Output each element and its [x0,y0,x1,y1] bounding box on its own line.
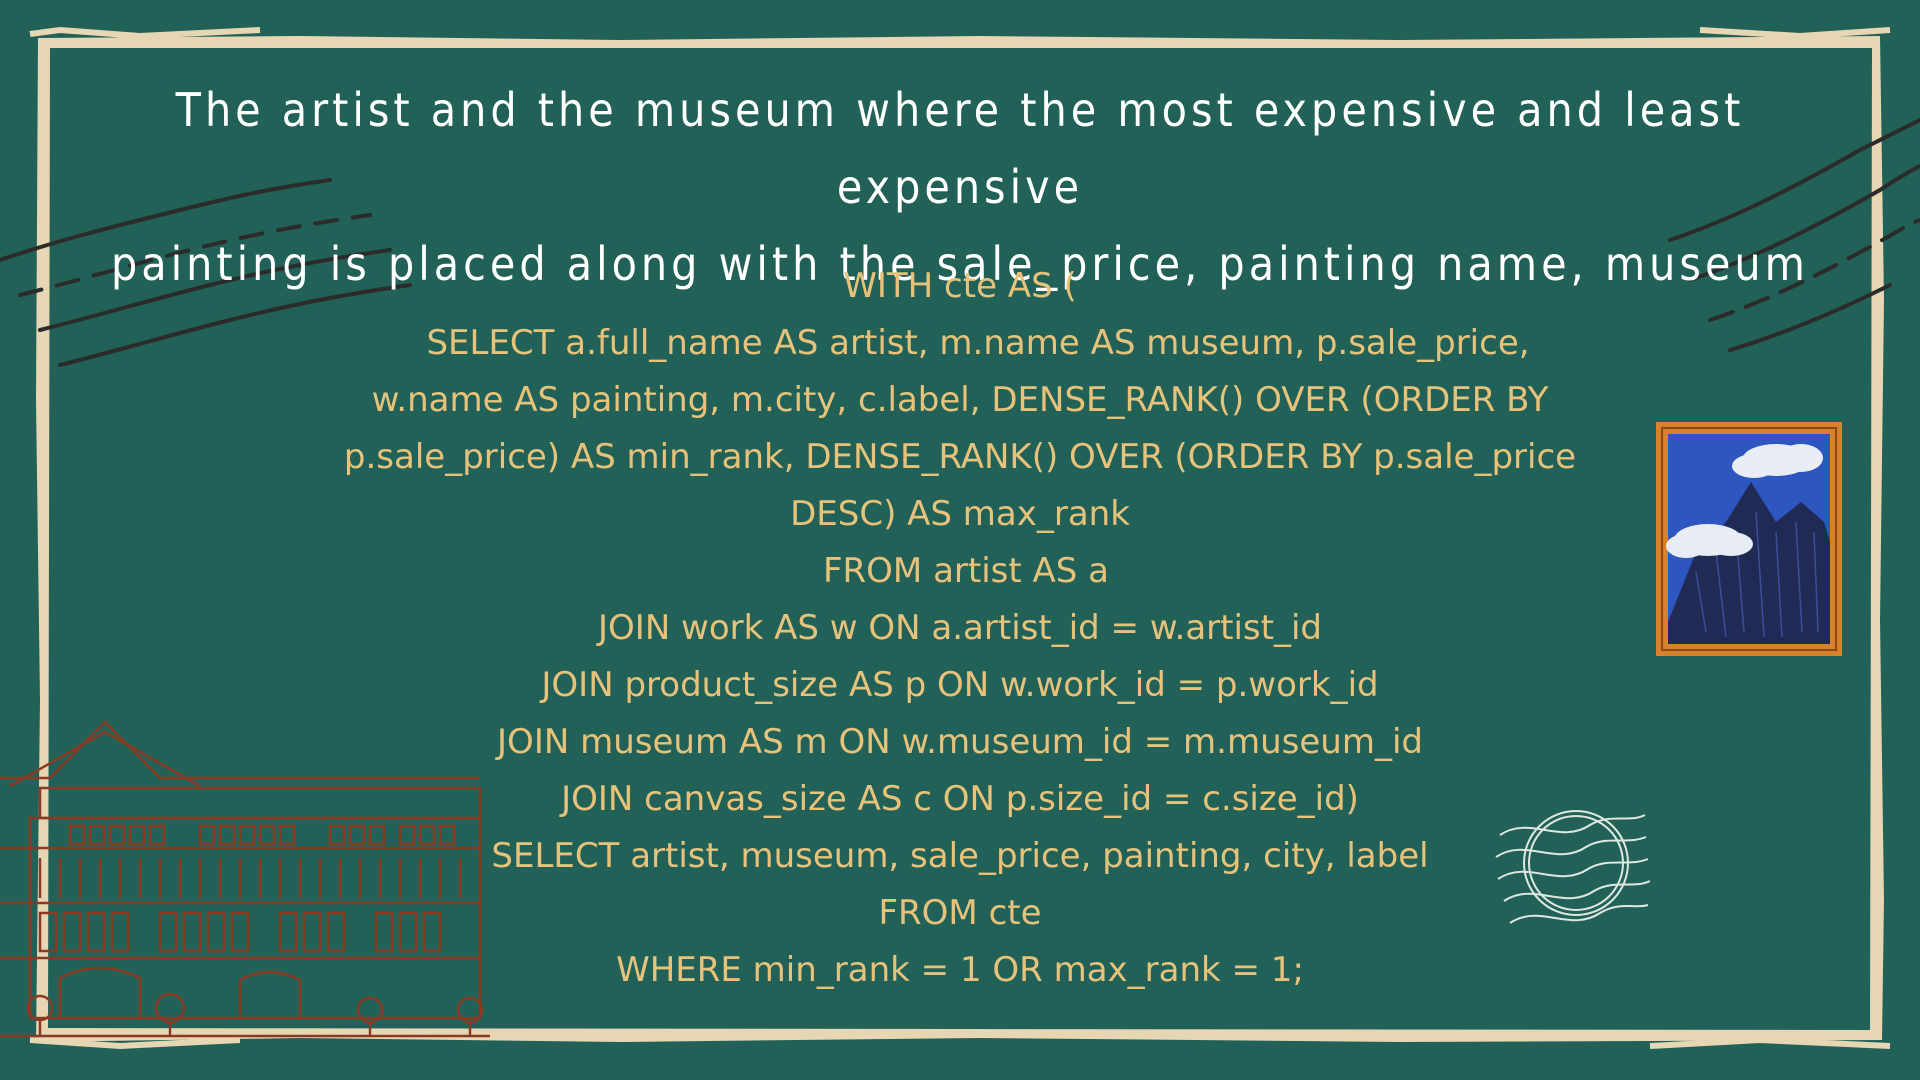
title-line-1: The artist and the museum where the most… [175,83,1745,214]
code-line: WHERE min_rank = 1 OR max_rank = 1; [616,950,1304,990]
framed-painting-icon [1656,422,1842,656]
code-line: SELECT a.full_name AS artist, m.name AS … [426,323,1530,363]
code-line: p.sale_price) AS min_rank, DENSE_RANK() … [343,437,1577,477]
code-line: FROM artist AS a [822,551,1109,591]
code-line: FROM cte [878,893,1042,933]
code-line: JOIN canvas_size AS c ON p.size_id = c.s… [561,779,1359,819]
code-line: DESC) AS max_rank [790,494,1130,534]
code-line: JOIN work AS w ON a.artist_id = w.artist… [598,608,1322,648]
code-line: JOIN product_size AS p ON w.work_id = p.… [541,665,1379,705]
postmark-stamp-icon [1495,810,1650,924]
museum-building-icon [0,720,490,1038]
sql-code-block: WITH cte AS ( SELECT a.full_name AS arti… [300,258,1620,999]
slide: The artist and the museum where the most… [0,0,1920,1080]
code-line: SELECT artist, museum, sale_price, paint… [491,836,1429,876]
code-line: JOIN museum AS m ON w.museum_id = m.muse… [497,722,1423,762]
code-line: WITH cte AS ( [843,266,1077,306]
code-line: w.name AS painting, m.city, c.label, DEN… [371,380,1549,420]
